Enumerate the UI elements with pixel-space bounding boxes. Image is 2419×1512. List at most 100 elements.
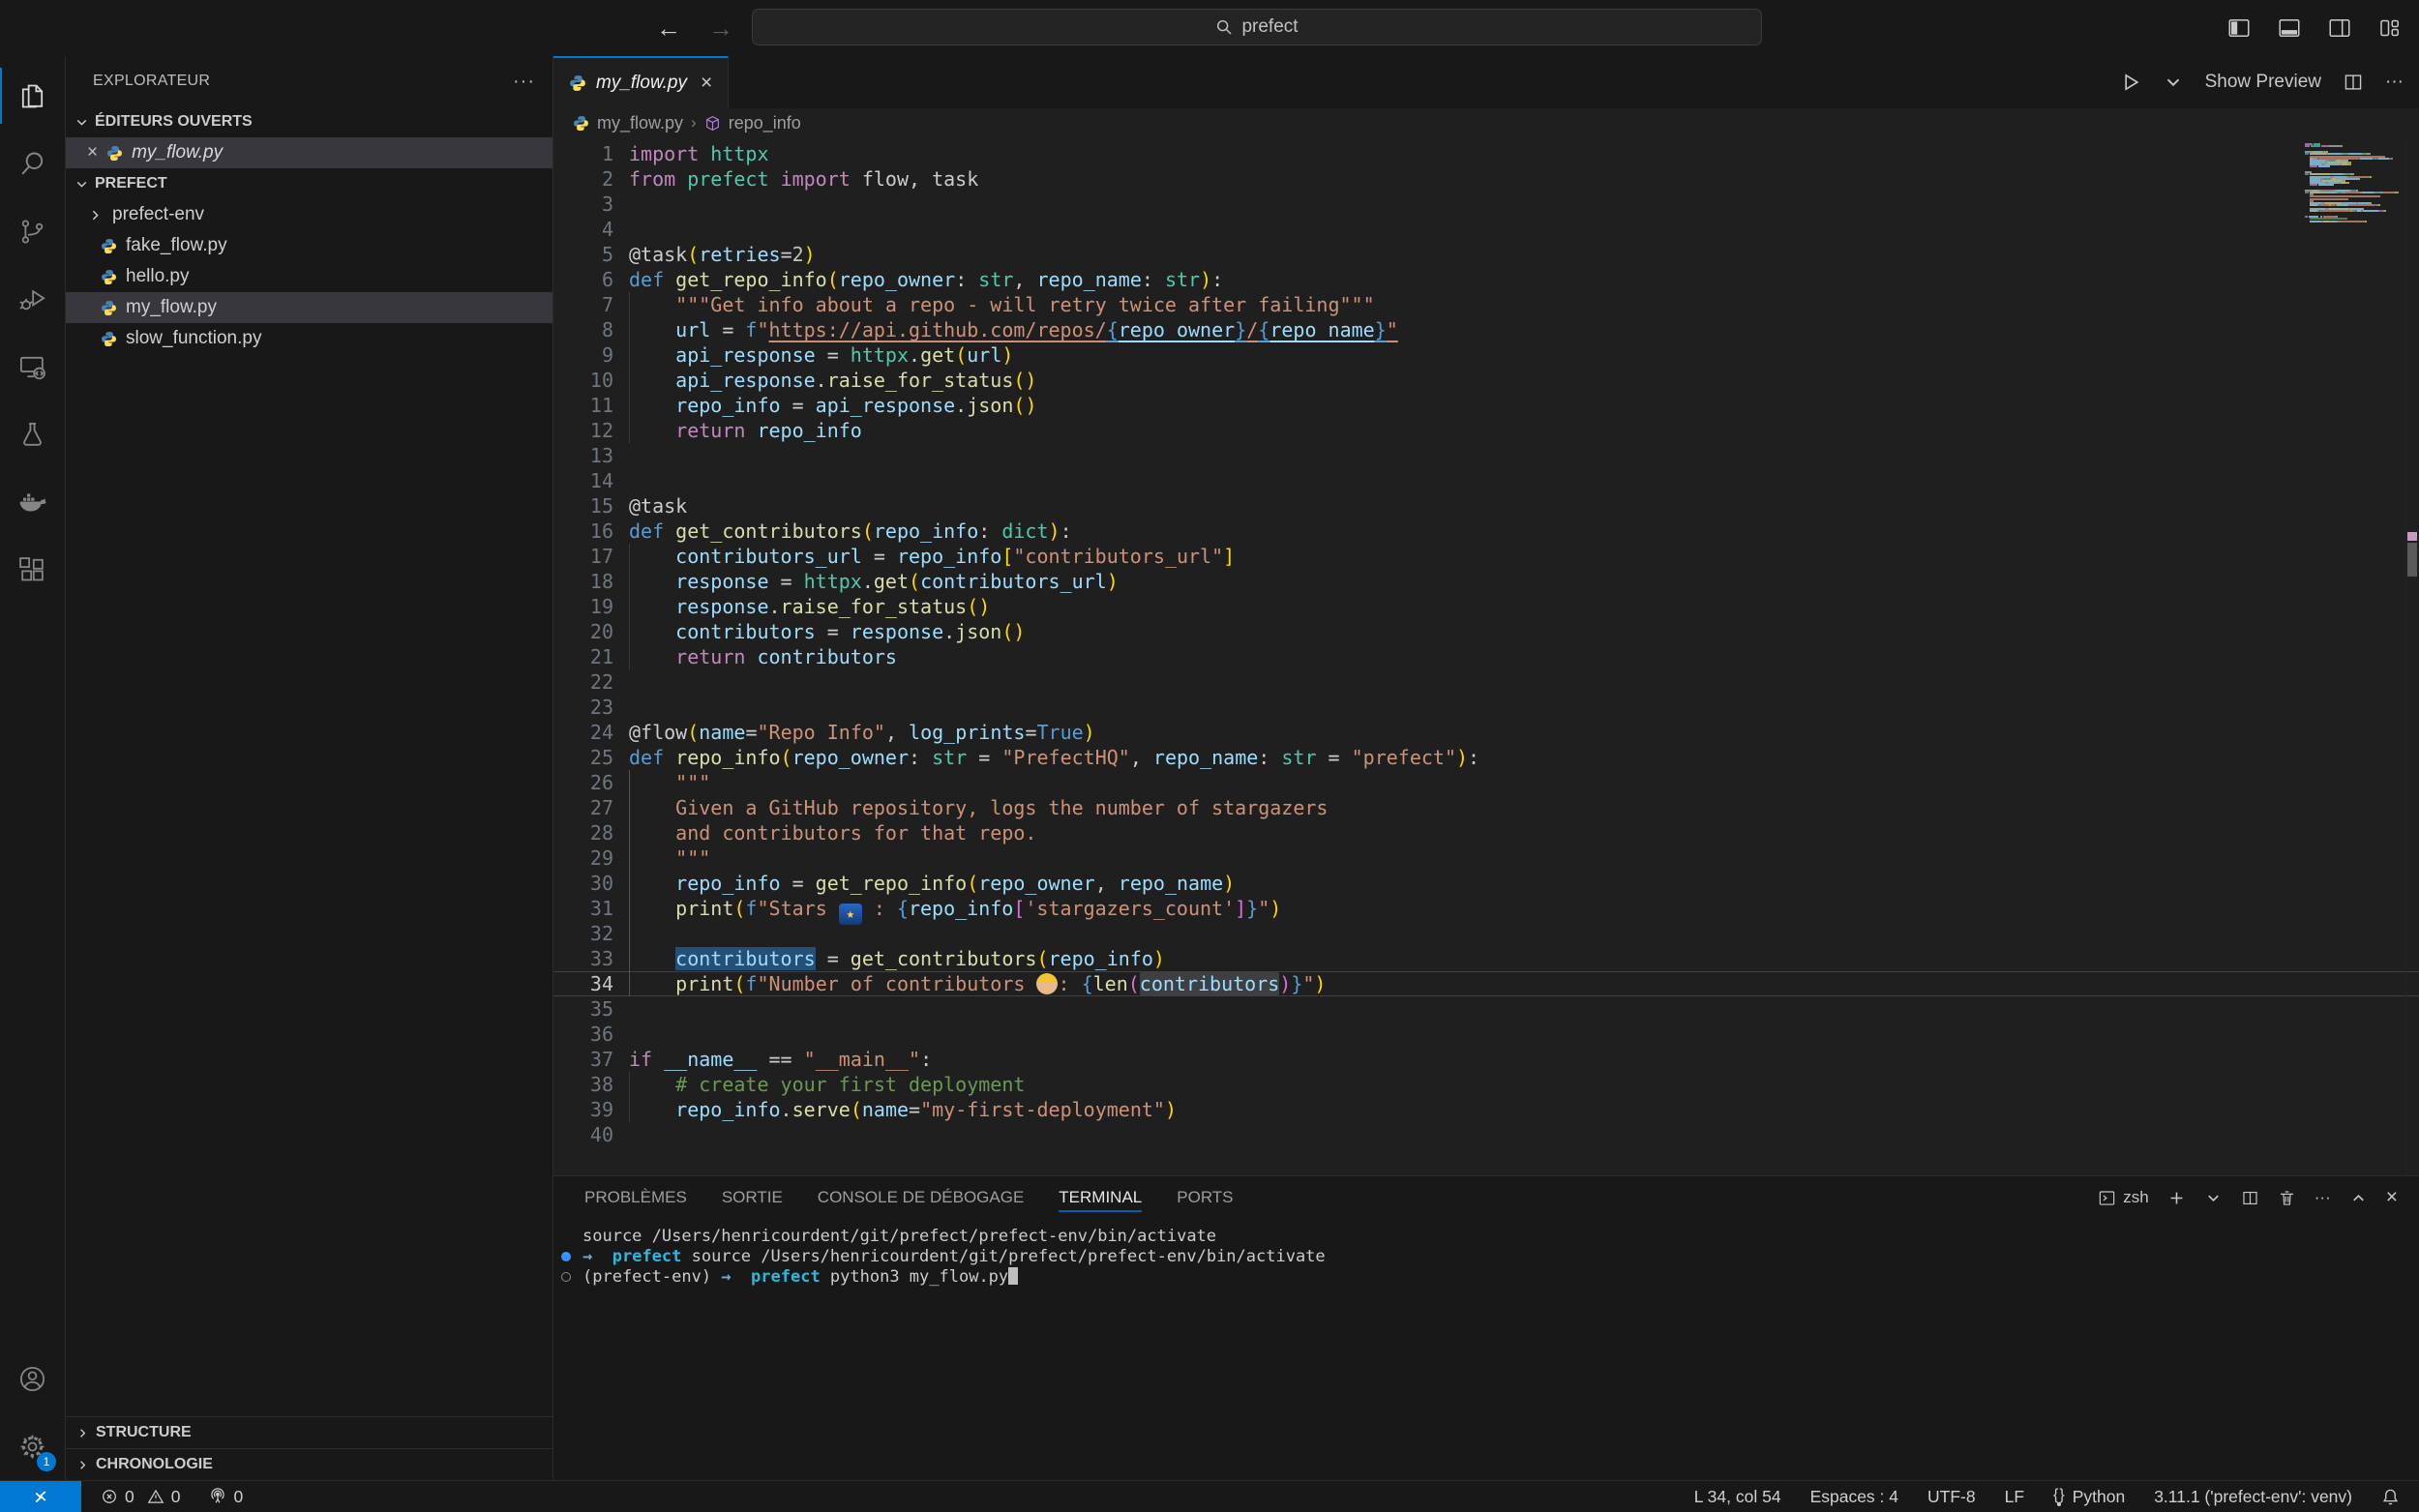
activitybar-extensions[interactable] <box>0 536 65 604</box>
project-section[interactable]: PREFECT <box>66 168 552 199</box>
line-number[interactable]: 16 <box>553 519 613 544</box>
code-line-21[interactable]: 21 return contributors <box>553 644 2419 669</box>
code-line-16[interactable]: 16def get_contributors(repo_info: dict): <box>553 519 2419 544</box>
activitybar-explorer[interactable] <box>0 62 65 130</box>
status-eol[interactable]: LF <box>2005 1487 2024 1507</box>
panel-more-actions-icon[interactable]: ··· <box>2314 1188 2331 1207</box>
code-line-25[interactable]: 25def repo_info(repo_owner: str = "Prefe… <box>553 745 2419 770</box>
line-number[interactable]: 30 <box>553 871 613 896</box>
line-number[interactable]: 28 <box>553 820 613 845</box>
command-decoration-outline[interactable] <box>561 1272 571 1282</box>
code-line-28[interactable]: 28 and contributors for that repo. <box>553 820 2419 845</box>
status-interpreter[interactable]: 3.11.1 ('prefect-env': venv) <box>2154 1487 2352 1507</box>
line-number[interactable]: 23 <box>553 695 613 720</box>
code-line-39[interactable]: 39 repo_info.serve(name="my-first-deploy… <box>553 1097 2419 1122</box>
close-panel-icon[interactable]: × <box>2386 1186 2398 1209</box>
code-line-4[interactable]: 4 <box>553 217 2419 242</box>
line-number[interactable]: 36 <box>553 1022 613 1047</box>
line-number[interactable]: 19 <box>553 594 613 619</box>
activitybar-run-debug[interactable] <box>0 265 65 333</box>
line-number[interactable]: 37 <box>553 1047 613 1072</box>
code-line-26[interactable]: 26 """ <box>553 770 2419 795</box>
activitybar-search[interactable] <box>0 130 65 197</box>
show-preview-button[interactable]: Show Preview <box>2205 72 2321 93</box>
tab-my_flow[interactable]: my_flow.py × <box>553 56 729 108</box>
close-icon[interactable]: × <box>701 72 712 95</box>
split-terminal-icon[interactable] <box>2241 1189 2259 1207</box>
launch-profile-chevron-icon[interactable] <box>2204 1189 2223 1207</box>
line-number[interactable]: 39 <box>553 1097 613 1122</box>
file-hello.py[interactable]: hello.py <box>66 261 552 292</box>
code-line-11[interactable]: 11 repo_info = api_response.json() <box>553 393 2419 418</box>
overview-ruler[interactable] <box>2405 137 2419 1175</box>
code-line-33[interactable]: 33 contributors = get_contributors(repo_… <box>553 946 2419 971</box>
code-line-12[interactable]: 12 return repo_info <box>553 418 2419 443</box>
line-number[interactable]: 38 <box>553 1072 613 1097</box>
line-number[interactable]: 22 <box>553 669 613 695</box>
code-line-8[interactable]: 8 url = f"https://api.github.com/repos/{… <box>553 317 2419 342</box>
close-icon[interactable]: × <box>87 142 98 163</box>
split-editor-icon[interactable] <box>2343 72 2364 93</box>
line-number[interactable]: 35 <box>553 996 613 1022</box>
open-editor-my_flow[interactable]: × my_flow.py <box>66 137 552 168</box>
line-number[interactable]: 5 <box>553 242 613 267</box>
run-python-file-icon[interactable] <box>2120 72 2141 93</box>
line-number[interactable]: 13 <box>553 443 613 468</box>
terminal-content[interactable]: source /Users/henricourdent/git/prefect/… <box>553 1219 2419 1288</box>
activitybar-testing[interactable] <box>0 400 65 468</box>
line-number[interactable]: 7 <box>553 292 613 317</box>
code-line-24[interactable]: 24@flow(name="Repo Info", log_prints=Tru… <box>553 720 2419 745</box>
structure-section[interactable]: STRUCTURE <box>66 1416 552 1448</box>
activitybar-accounts[interactable] <box>0 1345 65 1412</box>
code-line-3[interactable]: 3 <box>553 192 2419 217</box>
line-number[interactable]: 10 <box>553 368 613 393</box>
line-number[interactable]: 6 <box>553 267 613 292</box>
line-number[interactable]: 26 <box>553 770 613 795</box>
activitybar-source-control[interactable] <box>0 197 65 265</box>
sidebar-more-actions-icon[interactable]: ··· <box>513 71 535 93</box>
code-line-29[interactable]: 29 """ <box>553 845 2419 871</box>
maximize-panel-icon[interactable] <box>2349 1189 2368 1207</box>
line-number[interactable]: 8 <box>553 317 613 342</box>
code-line-19[interactable]: 19 response.raise_for_status() <box>553 594 2419 619</box>
line-number[interactable]: 24 <box>553 720 613 745</box>
line-number[interactable]: 40 <box>553 1122 613 1147</box>
activitybar-settings[interactable]: 1 <box>0 1412 65 1480</box>
panel-tab-console-de-débogage[interactable]: CONSOLE DE DÉBOGAGE <box>818 1176 1025 1219</box>
line-number[interactable]: 11 <box>553 393 613 418</box>
panel-tab-ports[interactable]: PORTS <box>1177 1176 1233 1219</box>
line-number[interactable]: 12 <box>553 418 613 443</box>
breadcrumb-symbol[interactable]: repo_info <box>729 113 801 133</box>
new-terminal-icon[interactable] <box>2167 1189 2186 1207</box>
code-line-34[interactable]: 34 print(f"Number of contributors : {len… <box>553 971 2419 996</box>
more-actions-icon[interactable]: ··· <box>2385 72 2404 93</box>
line-number[interactable]: 3 <box>553 192 613 217</box>
problems-status[interactable]: 0 0 <box>101 1487 180 1507</box>
notifications-bell-icon[interactable] <box>2381 1488 2400 1506</box>
code-line-9[interactable]: 9 api_response = httpx.get(url) <box>553 342 2419 368</box>
line-number[interactable]: 17 <box>553 544 613 569</box>
panel-tab-terminal[interactable]: TERMINAL <box>1059 1176 1142 1219</box>
line-number[interactable]: 20 <box>553 619 613 644</box>
status-encoding[interactable]: UTF-8 <box>1927 1487 1976 1507</box>
code-line-31[interactable]: 31 print(f"Stars ★ : {repo_info['stargaz… <box>553 896 2419 921</box>
code-line-22[interactable]: 22 <box>553 669 2419 695</box>
code-line-15[interactable]: 15@task <box>553 493 2419 519</box>
toggle-primary-sidebar-icon[interactable] <box>2227 16 2251 40</box>
line-number[interactable]: 33 <box>553 946 613 971</box>
line-number[interactable]: 1 <box>553 141 613 166</box>
command-decoration-filled[interactable] <box>561 1252 571 1261</box>
code-line-36[interactable]: 36 <box>553 1022 2419 1047</box>
line-number[interactable]: 29 <box>553 845 613 871</box>
ports-status[interactable]: 0 <box>209 1487 243 1507</box>
code-line-10[interactable]: 10 api_response.raise_for_status() <box>553 368 2419 393</box>
run-dropdown-chevron-icon[interactable] <box>2163 72 2184 93</box>
status-cursor-position[interactable]: L 34, col 54 <box>1694 1487 1781 1507</box>
file-prefect-env[interactable]: prefect-env <box>66 199 552 230</box>
code-line-6[interactable]: 6def get_repo_info(repo_owner: str, repo… <box>553 267 2419 292</box>
line-number[interactable]: 14 <box>553 468 613 493</box>
line-number[interactable]: 18 <box>553 569 613 594</box>
line-number[interactable]: 32 <box>553 921 613 946</box>
code-line-14[interactable]: 14 <box>553 468 2419 493</box>
panel-tab-sortie[interactable]: SORTIE <box>722 1176 783 1219</box>
